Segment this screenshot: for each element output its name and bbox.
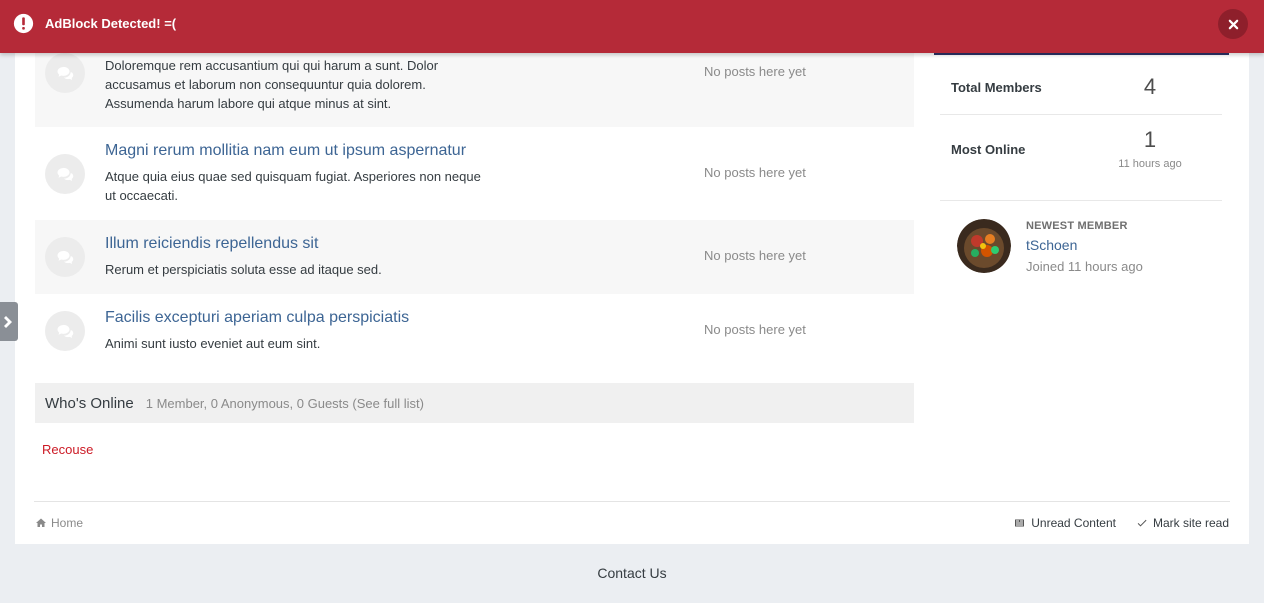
side-panel-toggle[interactable] <box>0 302 18 341</box>
forum-row: Doloremque rem accusantium qui qui harum… <box>35 40 914 127</box>
adblock-banner: AdBlock Detected! =( <box>0 0 1264 53</box>
most-online-label: Most Online <box>951 142 1026 157</box>
footer-links: Unread Content Mark site read <box>1014 516 1229 530</box>
adblock-message: AdBlock Detected! =( <box>45 16 177 31</box>
whos-online-bar: Who's Online 1 Member, 0 Anonymous, 0 Gu… <box>35 383 914 423</box>
chevron-right-icon <box>4 315 12 328</box>
forum-description: Rerum et perspiciatis soluta esse ad ita… <box>105 262 382 277</box>
total-members-value: 4 <box>1143 74 1157 99</box>
breadcrumb-home[interactable]: Home <box>35 516 83 530</box>
forum-chat-icon <box>45 154 85 194</box>
exclamation-circle-icon <box>13 13 34 34</box>
forum-description: Atque quia eius quae sed quisquam fugiat… <box>105 169 481 203</box>
forum-description: Doloremque rem accusantium qui qui harum… <box>105 58 439 111</box>
stat-most-online: Most Online 1 11 hours ago <box>940 125 1222 175</box>
page-container: Doloremque rem accusantium qui qui harum… <box>15 0 1249 544</box>
recouse-link[interactable]: Recouse <box>42 442 93 457</box>
forum-title-link[interactable]: Magni rerum mollitia nam eum ut ipsum as… <box>105 142 466 160</box>
most-online-value: 1 <box>1143 127 1157 152</box>
stat-divider <box>940 200 1222 201</box>
mark-site-read-label: Mark site read <box>1152 516 1229 530</box>
whos-online-counts: 1 Member, 0 Anonymous, 0 Guests <box>145 395 349 411</box>
forum-last-post-status: No posts here yet <box>704 64 806 79</box>
avatar[interactable] <box>957 219 1011 273</box>
forum-chat-icon <box>45 53 85 93</box>
newest-member-joined: Joined 11 hours ago <box>1026 259 1143 274</box>
total-members-label: Total Members <box>951 80 1042 95</box>
newest-member: NEWEST MEMBER tSchoen Joined 11 hours ag… <box>957 219 1217 279</box>
check-icon <box>1137 519 1147 527</box>
unread-content-label: Unread Content <box>1031 516 1116 530</box>
forum-row: Illum reiciendis repellendus sit Rerum e… <box>35 220 914 294</box>
newest-member-name-link[interactable]: tSchoen <box>1026 237 1077 253</box>
newest-member-kicker: NEWEST MEMBER <box>1026 220 1128 232</box>
contact-us-link[interactable]: Contact Us <box>0 565 1264 581</box>
forum-last-post-status: No posts here yet <box>704 248 806 263</box>
forum-row: Magni rerum mollitia nam eum ut ipsum as… <box>35 127 914 220</box>
forum-chat-icon <box>45 311 85 351</box>
forum-last-post-status: No posts here yet <box>704 165 806 180</box>
most-online-time: 11 hours ago <box>1118 158 1182 170</box>
forum-title-link[interactable]: Illum reiciendis repellendus sit <box>105 235 318 253</box>
home-icon <box>36 518 46 527</box>
newspaper-icon <box>1015 519 1025 527</box>
whos-online-summary: 1 Member, 0 Anonymous, 0 Guests (See ful… <box>146 396 424 411</box>
breadcrumb-home-label: Home <box>51 516 84 530</box>
close-icon <box>1228 19 1238 29</box>
forum-row: Facilis excepturi aperiam culpa perspici… <box>35 294 914 368</box>
mark-site-read-link[interactable]: Mark site read <box>1136 516 1229 530</box>
stat-divider <box>940 114 1222 115</box>
footer-divider <box>34 501 1230 502</box>
see-full-list-link[interactable]: (See full list) <box>352 396 424 411</box>
adblock-close-button[interactable] <box>1218 9 1248 39</box>
stat-total-members: Total Members 4 <box>940 72 1222 102</box>
unread-content-link[interactable]: Unread Content <box>1014 516 1116 530</box>
forum-last-post-status: No posts here yet <box>704 322 806 337</box>
whos-online-title: Who's Online <box>45 394 134 412</box>
forum-title-link[interactable]: Facilis excepturi aperiam culpa perspici… <box>105 309 409 327</box>
forum-chat-icon <box>45 237 85 277</box>
forum-description: Animi sunt iusto eveniet aut eum sint. <box>105 336 321 351</box>
